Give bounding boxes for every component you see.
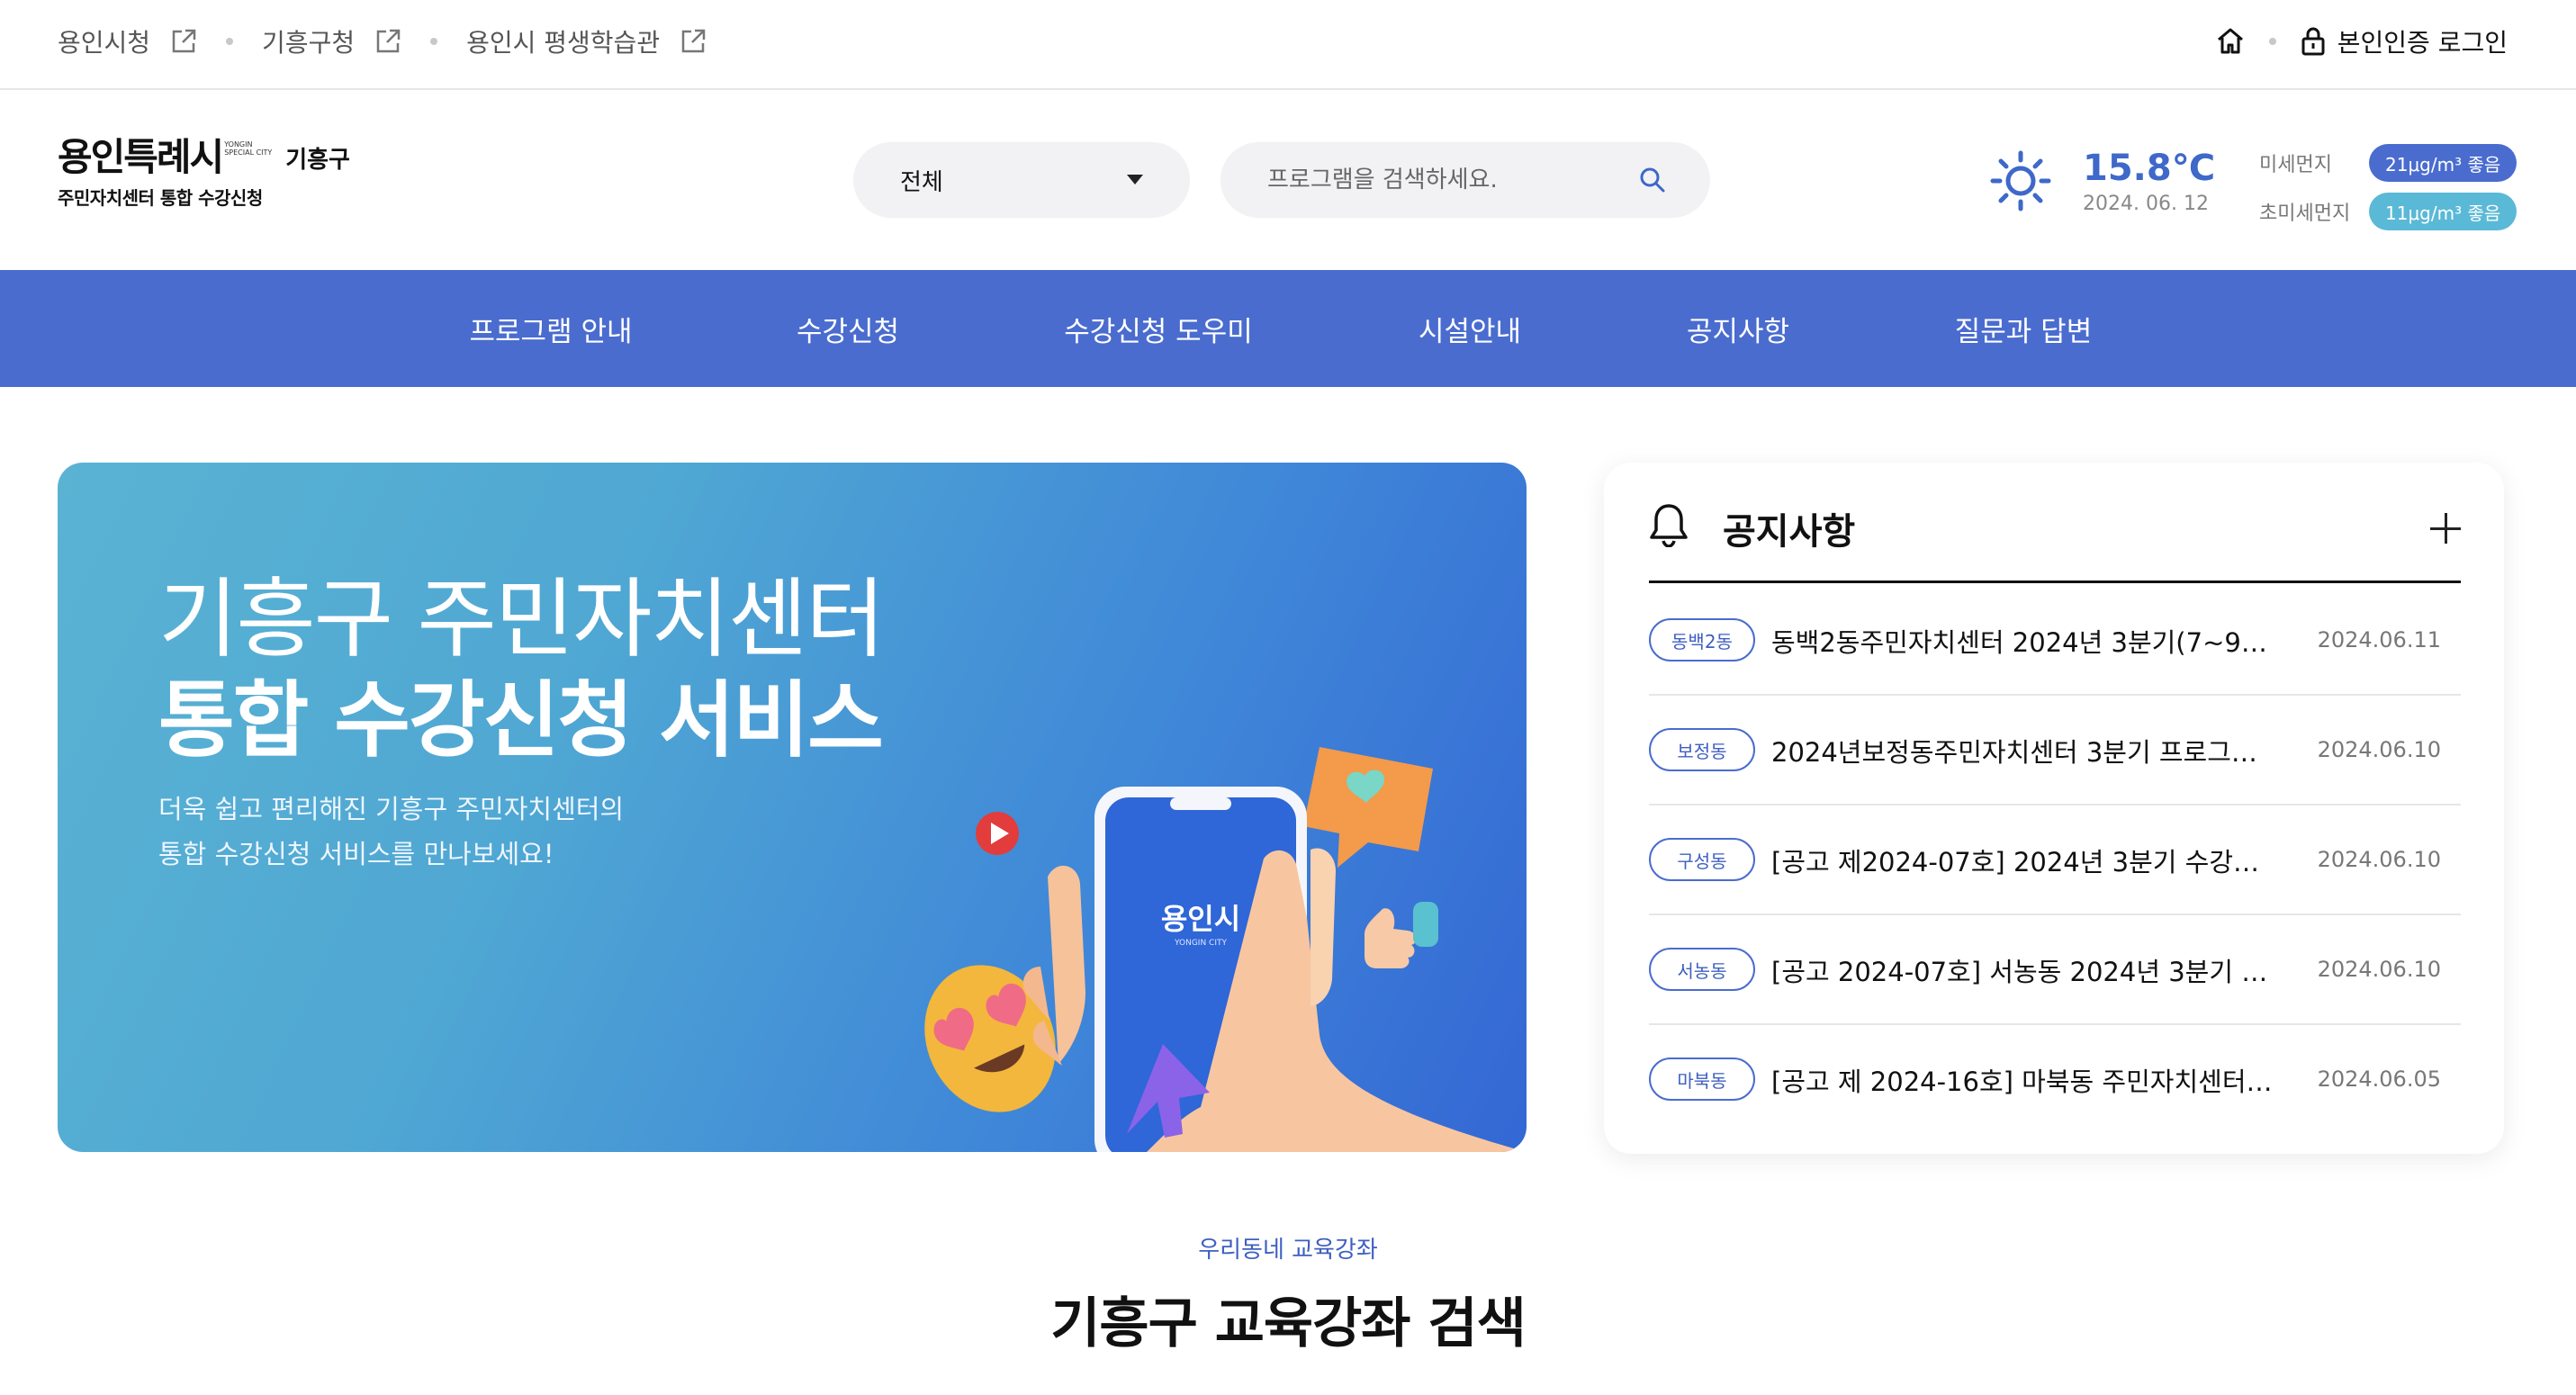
lock-icon [2301, 27, 2325, 56]
external-link-icon [172, 29, 196, 53]
emoji-icon [924, 965, 1056, 1112]
dong-badge: 구성동 [1649, 838, 1755, 881]
nav-qna[interactable]: 질문과 답변 [1955, 270, 2092, 387]
utility-bar: 용인시청 기흥구청 용인시 평생학습관 본인인증 로그인 [0, 0, 2576, 90]
notice-item[interactable]: 서농동 [공고 2024-07호] 서농동 2024년 3분기 프로그램 수강생… [1649, 915, 2461, 1025]
notice-item[interactable]: 보정동 2024년보정동주민자치센터 3분기 프로그램 수강생 모집 2024.… [1649, 696, 2461, 806]
notice-item[interactable]: 구성동 [공고 제2024-07호] 2024년 3분기 수강생 모집 공고 2… [1649, 806, 2461, 915]
phone-app-name: 용인시 [1161, 902, 1240, 936]
fine-dust-row: 미세먼지 21μg/m³ 좋음 [2259, 144, 2517, 182]
separator-dot [2268, 38, 2276, 45]
notice-item[interactable]: 동백2동 동백2동주민자치센터 2024년 3분기(7~9월) 프로그램 수강생… [1649, 586, 2461, 696]
weather-widget: 15.8℃ 2024. 06. 12 미세먼지 21μg/m³ 좋음 초미세먼지… [1989, 144, 2547, 230]
nav-enroll[interactable]: 수강신청 [797, 270, 899, 387]
link-label: 기흥구청 [262, 28, 356, 58]
weather-date: 2024. 06. 12 [2083, 193, 2209, 215]
bell-icon [1650, 504, 1688, 547]
notice-panel: 공지사항 동백2동 동백2동주민자치센터 2024년 3분기(7~9월) 프로그… [1604, 463, 2504, 1154]
ultra-fine-dust-row: 초미세먼지 11μg/m³ 좋음 [2259, 193, 2517, 230]
separator-dot [226, 38, 234, 45]
site-logo[interactable]: 용인특례시 YONGIN SPECIAL CITY 기흥구 주민자치센터 통합 … [58, 139, 350, 210]
external-links: 용인시청 기흥구청 용인시 평생학습관 [58, 0, 707, 83]
dong-badge: 보정동 [1649, 728, 1755, 771]
hero-description-line2: 통합 수강신청 서비스를 만나보세요! [158, 839, 554, 869]
notice-item-date: 2024.06.10 [2317, 847, 2441, 872]
external-link-icon [681, 29, 706, 53]
notice-item-title: 동백2동주민자치센터 2024년 3분기(7~9월) 프로그램 수강생 모집 [1771, 627, 2275, 658]
notice-title: 공지사항 [1723, 511, 1856, 553]
notice-item-title: [공고 2024-07호] 서농동 2024년 3분기 프로그램 수강생 모집 [1771, 957, 2275, 987]
notice-list: 동백2동 동백2동주민자치센터 2024년 3분기(7~9월) 프로그램 수강생… [1649, 586, 2461, 1135]
thumbs-up-icon [1365, 902, 1438, 968]
separator-dot [430, 38, 438, 45]
category-select[interactable]: 전체 [853, 142, 1190, 218]
hero-banner[interactable]: 용인시 YONGIN CITY 기흥구 주민자치센터 통합 수강신청 서비스 더… [58, 463, 1527, 1152]
temperature: 15.8℃ [2083, 148, 2216, 189]
notice-item-date: 2024.06.10 [2317, 737, 2441, 762]
logo-wordmark: 용인특례시 [58, 135, 224, 179]
home-icon[interactable] [2215, 26, 2246, 57]
notice-header: 공지사항 [1649, 463, 2461, 583]
fine-dust-label: 미세먼지 [2259, 154, 2332, 176]
dong-badge: 동백2동 [1649, 618, 1755, 662]
nav-enroll-helper[interactable]: 수강신청 도우미 [1064, 270, 1253, 387]
ultra-fine-dust-label: 초미세먼지 [2259, 202, 2351, 225]
phone-app-subtitle: YONGIN CITY [1174, 939, 1227, 948]
section-title: 기흥구 교육강좌 검색 [1050, 1292, 1527, 1355]
link-label: 용인시청 [58, 28, 151, 58]
notice-item-title: 2024년보정동주민자치센터 3분기 프로그램 수강생 모집 [1771, 737, 2275, 768]
login-button[interactable]: 본인인증 로그인 [2300, 23, 2508, 59]
play-icon [976, 812, 1019, 855]
external-link-icon [376, 29, 401, 53]
notice-item-title: [공고 제 2024-16호] 마북동 주민자치센터 2024년 3분기 수강생… [1771, 1066, 2275, 1097]
logo-description: 주민자치센터 통합 수강신청 [58, 187, 263, 209]
notice-item-date: 2024.06.05 [2317, 1066, 2441, 1092]
logo-english: YONGIN SPECIAL CITY [224, 140, 273, 157]
program-search [1220, 142, 1710, 218]
fine-dust-badge: 21μg/m³ 좋음 [2369, 144, 2517, 182]
login-label: 본인인증 로그인 [2337, 28, 2508, 58]
nav-notices[interactable]: 공지사항 [1687, 270, 1789, 387]
ultra-fine-dust-badge: 11μg/m³ 좋음 [2369, 193, 2517, 230]
dong-badge: 마북동 [1649, 1058, 1755, 1101]
notice-item-date: 2024.06.11 [2317, 627, 2441, 652]
search-icon[interactable] [1638, 166, 1667, 194]
link-yongin-cityhall[interactable]: 용인시청 [58, 23, 197, 59]
link-giheung-office[interactable]: 기흥구청 [262, 23, 401, 59]
hero-title-line2: 통합 수강신청 서비스 [158, 672, 884, 769]
logo-district: 기흥구 [285, 147, 350, 174]
hero-description-line1: 더욱 쉽고 편리해진 기흥구 주민자치센터의 [158, 794, 625, 824]
sun-icon [1990, 150, 2051, 212]
utility-right: 본인인증 로그인 [2215, 0, 2508, 83]
notice-item[interactable]: 마북동 [공고 제 2024-16호] 마북동 주민자치센터 2024년 3분기… [1649, 1025, 2461, 1135]
notice-item-date: 2024.06.10 [2317, 957, 2441, 982]
search-input[interactable] [1267, 166, 1627, 194]
caret-down-icon [1127, 175, 1143, 184]
category-select-value: 전체 [900, 168, 943, 196]
link-lifelong-learning[interactable]: 용인시 평생학습관 [466, 23, 707, 59]
more-notices-button[interactable] [2430, 513, 2461, 544]
main-nav: 프로그램 안내 수강신청 수강신청 도우미 시설안내 공지사항 질문과 답변 [0, 270, 2576, 387]
nav-facilities[interactable]: 시설안내 [1419, 270, 1521, 387]
section-subtitle: 우리동네 교육강좌 [1198, 1237, 1378, 1264]
dong-badge: 서농동 [1649, 948, 1755, 991]
link-label: 용인시 평생학습관 [466, 28, 661, 58]
nav-program-info[interactable]: 프로그램 안내 [470, 270, 633, 387]
notice-item-title: [공고 제2024-07호] 2024년 3분기 수강생 모집 공고 [1771, 847, 2275, 878]
